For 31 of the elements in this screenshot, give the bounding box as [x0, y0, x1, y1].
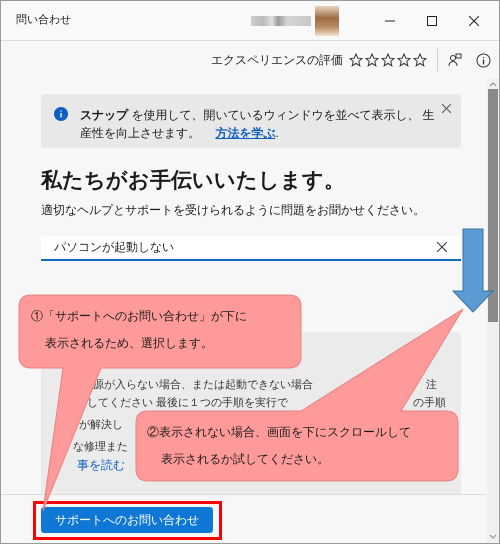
- info-icon: [54, 107, 68, 121]
- banner-text: スナップ を使用して、開いているウィンドウを並べて表示し、 生産性を向上させます。 方法を学ぶ.: [80, 107, 436, 142]
- scroll-up-icon[interactable]: [489, 81, 497, 87]
- card-text: してください 最後に１つの手順を実行で: [87, 396, 288, 411]
- star-icon[interactable]: [365, 53, 379, 67]
- close-icon[interactable]: [442, 104, 451, 113]
- close-icon[interactable]: [469, 16, 479, 26]
- star-icon[interactable]: [413, 53, 427, 67]
- rating-label: エクスペリエンスの評価: [211, 52, 343, 69]
- callout-text: ①「サポートへのお問い合わせ」が下に 表示されるため、選択します。: [31, 308, 247, 352]
- people-icon[interactable]: [448, 53, 462, 67]
- clear-icon[interactable]: [437, 242, 447, 252]
- scroll-down-icon[interactable]: [489, 534, 497, 540]
- card-text: の手順: [413, 396, 446, 411]
- window-title: 問い合わせ: [16, 13, 71, 28]
- star-icon[interactable]: [381, 53, 395, 67]
- page-heading: 私たちがお手伝いいたします。: [41, 168, 346, 194]
- search-field[interactable]: パソコンが起動しない: [41, 236, 461, 261]
- card-text: 注: [426, 378, 437, 393]
- maximize-icon[interactable]: [427, 16, 437, 26]
- info-icon[interactable]: [476, 52, 491, 68]
- scrollbar[interactable]: [487, 79, 499, 543]
- subtitle-text: 適切なヘルプとサポートを受けられるように問題をお聞かせください。: [41, 202, 426, 219]
- read-article-link[interactable]: 事を読む: [77, 456, 125, 474]
- learn-link[interactable]: 方法を学ぶ: [215, 126, 276, 140]
- star-icon[interactable]: [349, 53, 363, 67]
- contact-support-button[interactable]: サポートへのお問い合わせ: [41, 507, 213, 533]
- callout-text: ②表示されない場合、画面を下にスクロールして 表示されるか試してください。: [147, 424, 411, 468]
- card-text: な修理また: [73, 440, 128, 455]
- star-icon[interactable]: [397, 53, 411, 67]
- card-text: が解決し: [79, 418, 123, 433]
